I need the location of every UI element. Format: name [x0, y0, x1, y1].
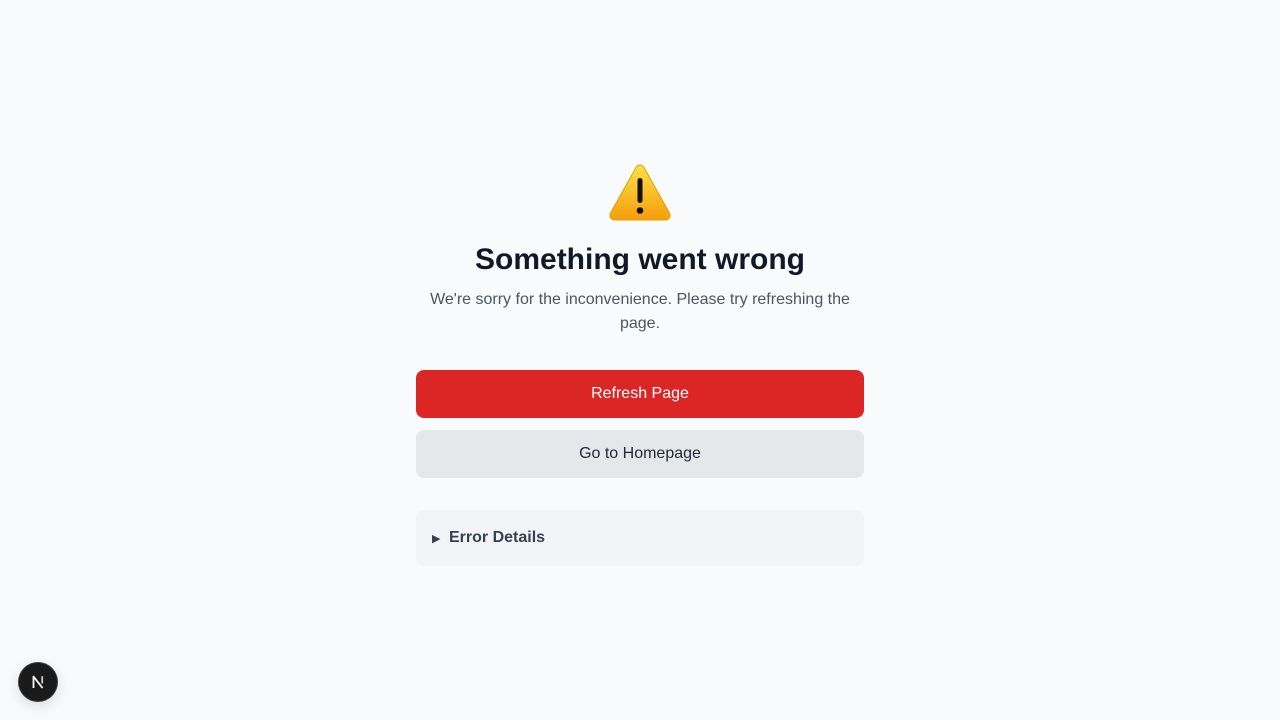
triangle-right-icon: ▶: [432, 532, 441, 545]
warning-triangle-icon: [609, 164, 671, 221]
error-boundary-card: Something went wrong We're sorry for the…: [416, 160, 864, 566]
go-to-homepage-button[interactable]: Go to Homepage: [416, 430, 864, 478]
error-message: We're sorry for the inconvenience. Pleas…: [430, 291, 850, 332]
nextjs-logo-icon: [32, 675, 44, 689]
error-page: Something went wrong We're sorry for the…: [0, 0, 1280, 720]
error-details-label: Error Details: [449, 529, 546, 546]
nextjs-dev-badge[interactable]: [19, 663, 57, 701]
error-title: Something went wrong: [475, 243, 805, 276]
error-details-toggle[interactable]: ▶ Error Details: [416, 510, 864, 566]
refresh-page-button[interactable]: Refresh Page: [416, 370, 864, 418]
